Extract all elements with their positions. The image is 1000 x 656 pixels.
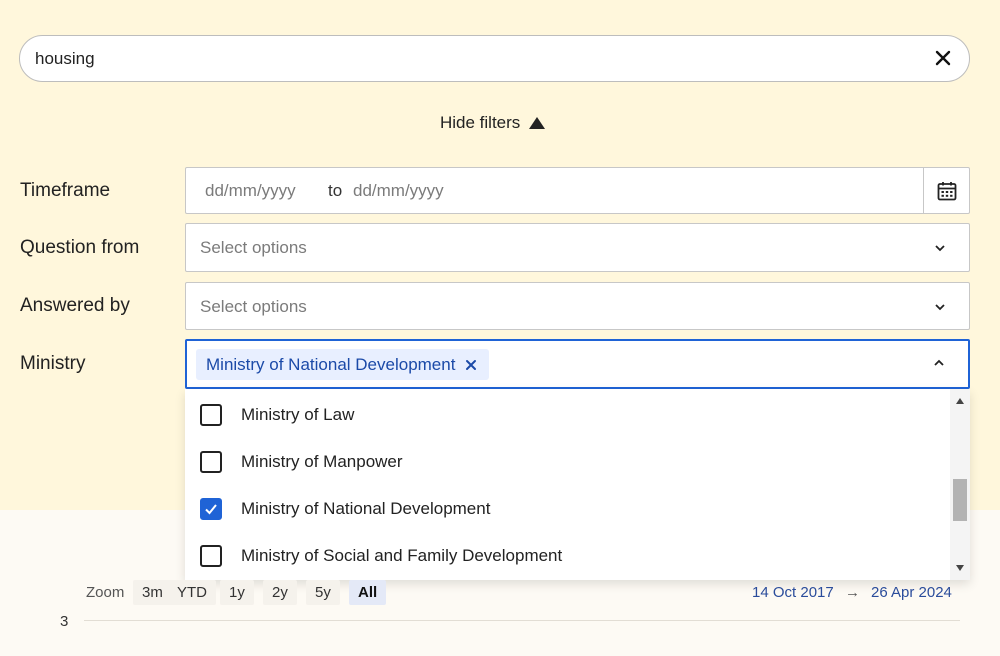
clear-search-button[interactable] <box>931 46 955 70</box>
question-from-select[interactable]: Select options <box>185 223 970 272</box>
selected-ministry-tag-label: Ministry of National Development <box>206 354 456 374</box>
date-to-input[interactable]: dd/mm/yyyy <box>353 181 444 201</box>
ministry-label: Ministry <box>20 353 86 374</box>
range-from-date[interactable]: 14 Oct 2017 <box>752 584 834 601</box>
option-ministry-of-law[interactable]: Ministry of Law <box>185 391 950 438</box>
zoom-ytd-button[interactable]: YTD <box>168 580 216 605</box>
y-axis-tick: 3 <box>60 613 69 630</box>
chart-gridline <box>84 620 960 621</box>
option-label: Ministry of Social and Family Developmen… <box>241 545 563 565</box>
chevron-down-icon <box>935 245 945 252</box>
option-ministry-of-manpower[interactable]: Ministry of Manpower <box>185 438 950 485</box>
date-from-input[interactable]: dd/mm/yyyy <box>205 181 296 201</box>
option-ministry-of-social-and-family-development[interactable]: Ministry of Social and Family Developmen… <box>185 532 950 579</box>
answered-by-select[interactable]: Select options <box>185 282 970 330</box>
search-input[interactable]: housing <box>19 35 970 82</box>
timeframe-field: dd/mm/yyyy to dd/mm/yyyy <box>185 167 970 214</box>
answered-by-placeholder: Select options <box>200 297 307 316</box>
question-from-label: Question from <box>20 237 140 258</box>
timeframe-label: Timeframe <box>20 180 111 201</box>
option-label: Ministry of Manpower <box>241 451 403 471</box>
zoom-all-button[interactable]: All <box>349 580 387 605</box>
chevron-up-icon[interactable] <box>932 358 946 368</box>
calendar-button[interactable] <box>923 168 969 213</box>
close-icon[interactable] <box>931 46 955 70</box>
ministry-select[interactable]: Ministry of National Development <box>185 339 970 389</box>
zoom-5y-button[interactable]: 5y <box>306 580 340 605</box>
scroll-down-arrow-icon[interactable] <box>956 565 964 571</box>
zoom-3m-button[interactable]: 3m <box>133 580 172 605</box>
checkbox[interactable] <box>200 544 222 567</box>
option-label: Ministry of Law <box>241 404 355 424</box>
scrollbar-thumb[interactable] <box>953 479 967 521</box>
option-ministry-of-national-development[interactable]: Ministry of National Development <box>185 485 950 532</box>
triangle-up-icon <box>529 117 546 129</box>
search-value[interactable]: housing <box>35 49 95 69</box>
option-label: Ministry of National Development <box>241 498 491 518</box>
checkbox[interactable] <box>200 403 222 426</box>
ministry-options-list: Ministry of Law Ministry of Manpower Min… <box>185 389 970 580</box>
scrollbar[interactable] <box>950 389 970 580</box>
checkbox-checked[interactable] <box>200 497 222 520</box>
chevron-down-icon <box>935 304 945 311</box>
range-arrow: → <box>845 584 860 601</box>
range-to-date[interactable]: 26 Apr 2024 <box>871 584 952 601</box>
zoom-1y-button[interactable]: 1y <box>220 580 254 605</box>
calendar-icon[interactable] <box>937 181 957 201</box>
answered-by-label: Answered by <box>20 295 130 316</box>
zoom-label: Zoom <box>86 584 125 601</box>
zoom-2y-button[interactable]: 2y <box>263 580 297 605</box>
hide-filters-label: Hide filters <box>440 113 521 132</box>
checkbox[interactable] <box>200 450 222 473</box>
checkmark-icon <box>205 503 217 514</box>
question-from-placeholder: Select options <box>200 238 307 257</box>
remove-tag-icon[interactable] <box>465 359 477 371</box>
hide-filters-button[interactable]: Hide filters <box>440 112 546 134</box>
scroll-up-arrow-icon[interactable] <box>956 398 964 404</box>
date-separator: to <box>328 181 343 200</box>
selected-ministry-tag: Ministry of National Development <box>196 349 490 380</box>
